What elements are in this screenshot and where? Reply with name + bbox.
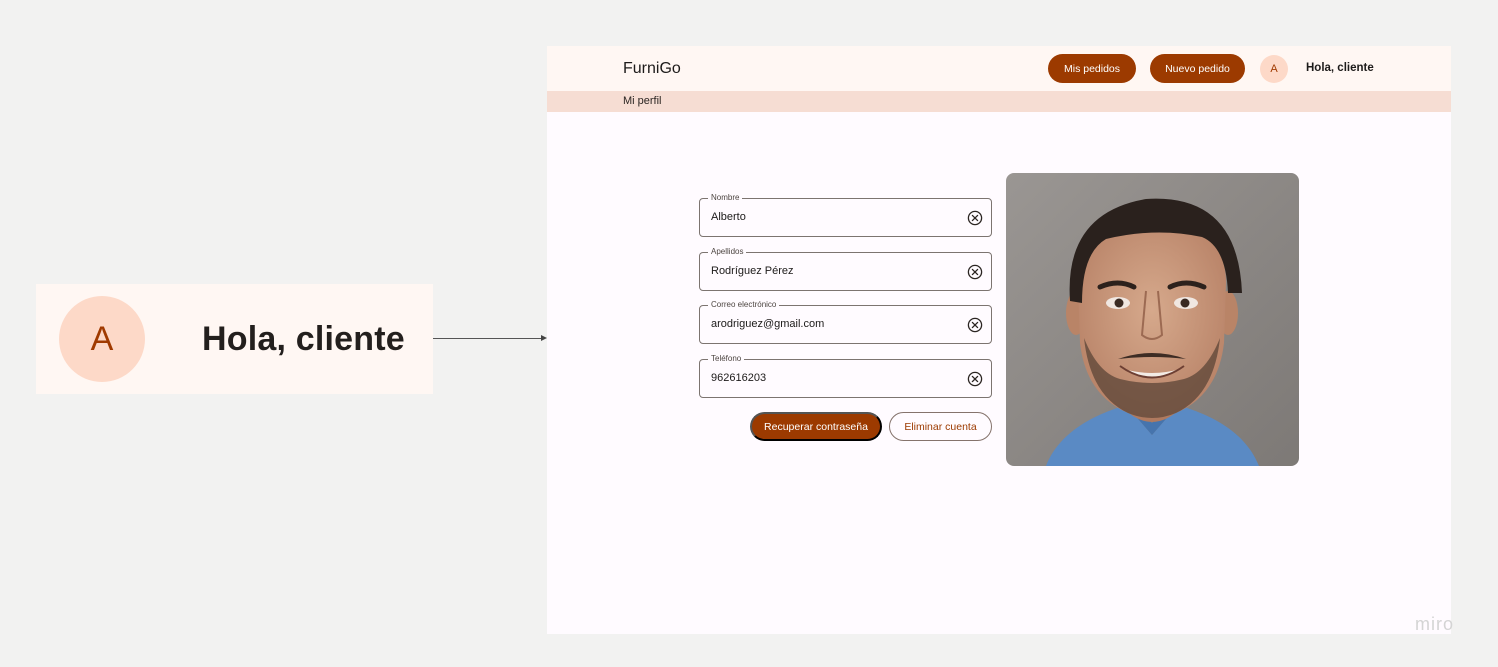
email-field[interactable]: Correo electrónico arodriguez@gmail.com — [699, 299, 992, 344]
circle-x-icon[interactable] — [967, 210, 983, 226]
brand-title[interactable]: FurniGo — [623, 60, 681, 78]
phone-field[interactable]: Teléfono 962616203 — [699, 353, 992, 398]
first-name-input[interactable]: Alberto — [711, 211, 951, 223]
circle-x-icon[interactable] — [967, 264, 983, 280]
callout-avatar: A — [59, 296, 145, 382]
user-greeting: Hola, cliente — [1306, 62, 1374, 74]
my-orders-button[interactable]: Mis pedidos — [1048, 54, 1136, 83]
breadcrumb: Mi perfil — [547, 91, 1451, 112]
field-label: Nombre — [708, 192, 743, 204]
new-order-button[interactable]: Nuevo pedido — [1150, 54, 1245, 83]
circle-x-icon[interactable] — [967, 371, 983, 387]
avatar[interactable]: A — [1260, 55, 1288, 83]
miro-board: A Hola, cliente FurniGo Mis pedidos Nuev… — [0, 0, 1498, 667]
delete-account-button[interactable]: Eliminar cuenta — [889, 412, 992, 441]
field-label: Correo electrónico — [708, 299, 780, 311]
recover-password-button[interactable]: Recuperar contraseña — [750, 412, 882, 441]
email-input[interactable]: arodriguez@gmail.com — [711, 318, 951, 330]
field-label: Teléfono — [708, 353, 745, 365]
field-label: Apellidos — [708, 246, 747, 258]
top-app-bar: FurniGo Mis pedidos Nuevo pedido A Hola,… — [547, 46, 1451, 91]
app-frame: FurniGo Mis pedidos Nuevo pedido A Hola,… — [547, 46, 1451, 634]
callout-greeting: Hola, cliente — [202, 320, 405, 358]
page-title: Mi perfil — [623, 95, 662, 107]
phone-input[interactable]: 962616203 — [711, 372, 951, 384]
circle-x-icon[interactable] — [967, 317, 983, 333]
miro-watermark: miro — [1415, 614, 1454, 634]
last-name-input[interactable]: Rodríguez Pérez — [711, 265, 951, 277]
last-name-field[interactable]: Apellidos Rodríguez Pérez — [699, 246, 992, 291]
zoom-callout: A Hola, cliente — [36, 284, 433, 394]
profile-photo — [1006, 173, 1299, 466]
first-name-field[interactable]: Nombre Alberto — [699, 192, 992, 237]
connector-line — [433, 338, 543, 339]
